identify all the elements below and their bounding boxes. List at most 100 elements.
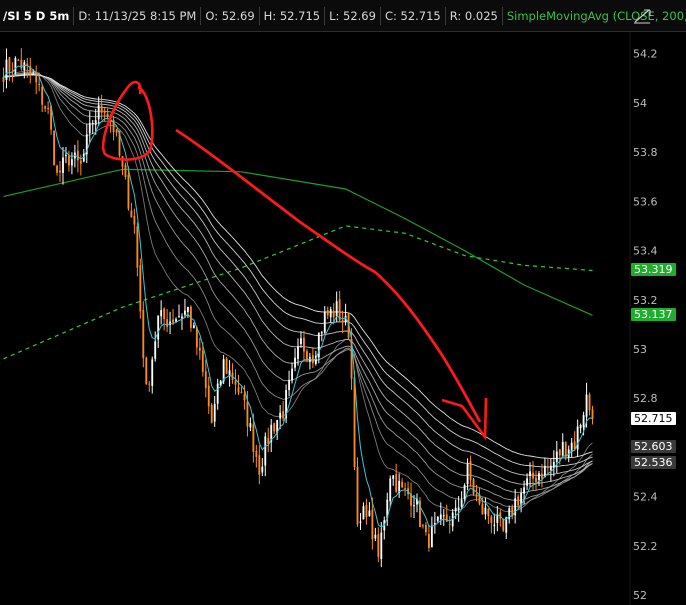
candle-body [70, 159, 73, 166]
candle-body [240, 391, 243, 393]
candle-body [237, 387, 240, 393]
candle-body [365, 505, 368, 518]
candle-body [427, 534, 430, 548]
candle-body [184, 310, 186, 315]
study-label[interactable]: SimpleMovingAvg (CLOSE, 200, 0,... [503, 7, 686, 25]
candle-body [163, 308, 166, 320]
candle-body [261, 466, 264, 473]
ma-ribbon-line [3, 73, 593, 494]
candle-body [97, 105, 100, 120]
candle-body [243, 394, 246, 401]
y-tick-label: 53.4 [633, 245, 658, 258]
candle-body [320, 332, 323, 334]
candle-body [306, 351, 308, 360]
fast-ma-line [3, 64, 593, 528]
candle-body [216, 383, 219, 404]
candle-body [371, 509, 374, 540]
candle-body [564, 442, 567, 457]
candle-body [56, 165, 58, 173]
candle-body [457, 507, 460, 510]
candle-body [493, 524, 496, 526]
y-tick-label: 52 [633, 589, 647, 602]
candle-body [198, 347, 201, 351]
candle-body [38, 83, 41, 86]
candle-body [121, 156, 124, 167]
candle-body [130, 210, 133, 218]
candle-body [279, 412, 282, 419]
candle-body [454, 507, 457, 512]
candle-body [267, 438, 270, 444]
ma-ribbon-line [3, 69, 593, 513]
symbol-label[interactable]: /SI 5 D 5m [0, 7, 75, 25]
candle-body [297, 346, 299, 359]
candle-body [546, 466, 549, 468]
price-badge: 53.137 [631, 308, 676, 322]
candle-body [201, 350, 204, 372]
y-tick-label: 52.4 [633, 491, 658, 504]
drawing-pencil-icon[interactable] [632, 8, 652, 24]
candle-body [23, 62, 26, 71]
high-readout: H: 52.715 [260, 7, 326, 25]
candle-body [448, 523, 451, 525]
candle-body [475, 495, 478, 498]
candle-body [472, 479, 475, 494]
candle-body [555, 451, 558, 462]
candle-body [523, 487, 526, 494]
candle-body [469, 461, 472, 480]
candle-body [585, 394, 588, 417]
candle-body [94, 120, 97, 125]
candle-body [481, 503, 484, 515]
candle-body [424, 524, 427, 533]
candle-body [133, 215, 136, 225]
candle-body [210, 404, 213, 423]
date-readout: D: 11/13/25 8:15 PM [74, 7, 202, 25]
candle-body [422, 525, 424, 527]
price-badge: 53.319 [631, 263, 676, 277]
ma-ribbon-line [3, 74, 593, 459]
candle-body [207, 385, 210, 407]
ghost-toolbar [120, 0, 620, 5]
candle-body [466, 463, 469, 485]
y-tick-label: 52.8 [633, 392, 658, 405]
candle-body [490, 516, 493, 524]
candle-body [68, 155, 70, 166]
candle-body [47, 107, 50, 109]
candle-body [362, 506, 365, 520]
candle-body [204, 371, 207, 388]
candle-body [329, 309, 332, 318]
range-readout: R: 0.025 [446, 7, 503, 25]
candle-body [430, 525, 433, 548]
candle-body [487, 509, 490, 517]
y-tick-label: 53.2 [633, 294, 658, 307]
y-tick-label: 52.2 [633, 540, 658, 553]
candle-body [404, 487, 407, 489]
candle-body [380, 532, 383, 560]
y-tick-label: 54 [633, 97, 647, 110]
ma-ribbon-line [3, 71, 593, 508]
candle-body [389, 478, 392, 502]
annotation-arrowhead [441, 397, 488, 441]
candle-body [213, 403, 216, 422]
candle-body [14, 57, 17, 74]
candle-body [88, 122, 91, 134]
candle-body [442, 515, 445, 517]
candle-body [436, 516, 439, 521]
candle-body [139, 265, 142, 312]
candle-body [526, 478, 528, 486]
candle-body [463, 485, 466, 499]
candle-body [8, 57, 11, 72]
y-tick-label: 53 [633, 343, 647, 356]
candle-body [377, 534, 380, 557]
ma-ribbon-line [3, 73, 593, 485]
candle-body [151, 359, 154, 386]
candle-body [541, 473, 543, 479]
price-chart[interactable]: 5252.252.452.652.85353.253.453.653.85454… [0, 32, 686, 605]
y-tick-label: 53.8 [633, 146, 658, 159]
candle-body [17, 59, 20, 61]
candle-body [136, 226, 139, 268]
candle-body [517, 496, 520, 506]
candle-body [234, 380, 237, 385]
open-readout: O: 52.69 [201, 7, 260, 25]
candle-body [124, 164, 127, 177]
candle-body [32, 74, 35, 76]
